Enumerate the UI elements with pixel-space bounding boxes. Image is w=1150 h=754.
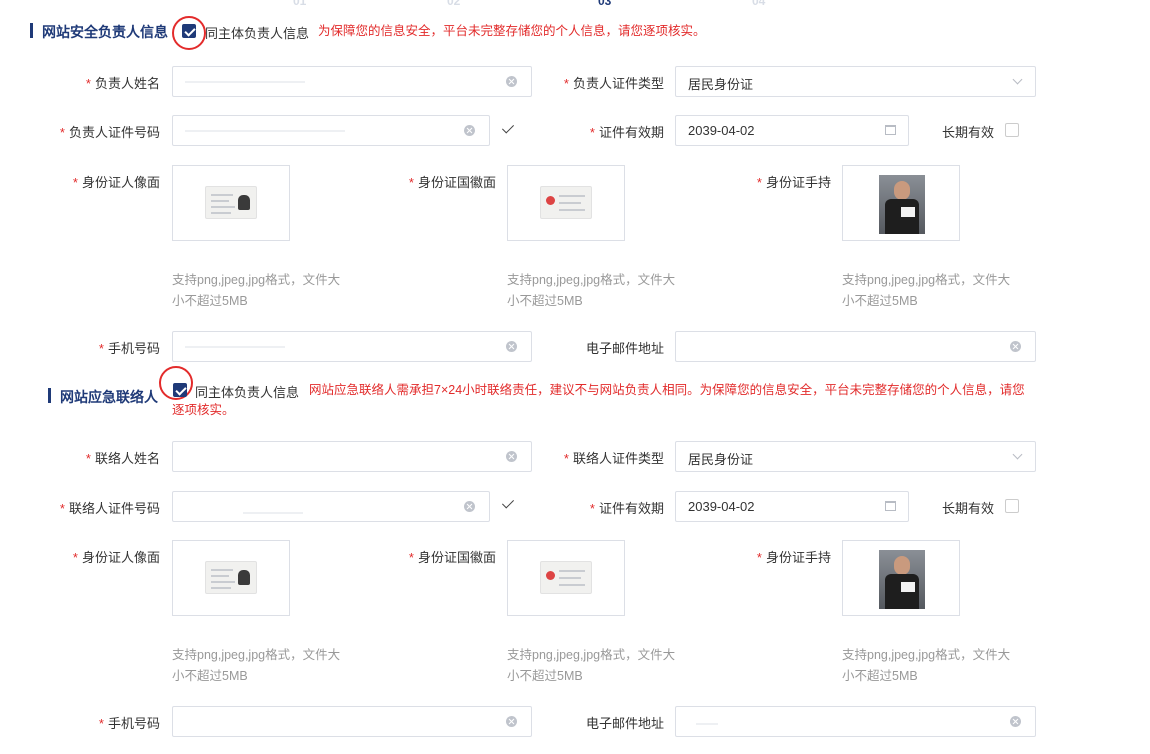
upload-hint: 支持png,jpeg,jpg格式，文件大 小不超过5MB bbox=[172, 273, 341, 308]
upload-hint: 支持png,jpeg,jpg格式，文件大 小不超过5MB bbox=[842, 648, 1011, 683]
name-input[interactable] bbox=[172, 66, 532, 97]
upload-hint: 支持png,jpeg,jpg格式，文件大 小不超过5MB bbox=[507, 648, 676, 683]
email-label: 电子邮件地址 bbox=[585, 341, 664, 356]
id-type-label: * 负责人证件类型 bbox=[563, 76, 664, 91]
id-card-front-thumbnail bbox=[205, 186, 257, 219]
phone-label: * 手机号码 bbox=[98, 716, 160, 731]
id-card-front-thumbnail bbox=[205, 561, 257, 594]
id-card-back-thumbnail bbox=[540, 186, 592, 219]
section-title-security-owner: 网站安全负责人信息 bbox=[42, 24, 168, 40]
handheld-photo-thumbnail bbox=[879, 550, 925, 609]
same-as-owner-label: 同主体负责人信息 bbox=[205, 26, 310, 41]
chevron-down-icon bbox=[1012, 74, 1023, 85]
calendar-icon bbox=[885, 501, 896, 511]
expiry-date-input[interactable]: 2039-04-02 bbox=[675, 491, 909, 522]
handheld-photo-thumbnail bbox=[879, 175, 925, 234]
name-label: * 负责人姓名 bbox=[85, 76, 160, 91]
clear-icon[interactable] bbox=[464, 501, 475, 512]
same-as-owner-checkbox[interactable] bbox=[182, 24, 196, 38]
notice-line: 为保障您的信息安全，平台未完整存储您的个人信息，请您逐项核实。 bbox=[318, 24, 706, 38]
long-term-label: 长期有效 bbox=[941, 125, 994, 140]
clear-icon[interactable] bbox=[506, 341, 517, 352]
id-type-label: * 联络人证件类型 bbox=[563, 451, 664, 466]
section-marker bbox=[48, 388, 51, 403]
step-indicator: 01 02 03 04 bbox=[0, 0, 1150, 8]
clear-icon[interactable] bbox=[1010, 341, 1021, 352]
privacy-notice: 为保障您的信息安全，平台未完整存储您的个人信息，请您逐项核实。 bbox=[318, 21, 706, 41]
step-2[interactable]: 02 bbox=[447, 0, 460, 8]
id-type-select[interactable]: 居民身份证 bbox=[675, 66, 1036, 97]
long-term-checkbox[interactable] bbox=[1005, 123, 1019, 137]
clear-icon[interactable] bbox=[506, 76, 517, 87]
id-back-upload[interactable] bbox=[507, 540, 625, 616]
calendar-icon bbox=[885, 125, 896, 135]
id-handheld-label: * 身份证手持 bbox=[756, 550, 831, 565]
name-label: * 联络人姓名 bbox=[85, 451, 160, 466]
long-term-label: 长期有效 bbox=[941, 501, 994, 516]
phone-input[interactable] bbox=[172, 331, 532, 362]
upload-hint: 支持png,jpeg,jpg格式，文件大 小不超过5MB bbox=[172, 648, 341, 683]
clear-icon[interactable] bbox=[464, 125, 475, 136]
id-number-label: * 联络人证件号码 bbox=[59, 501, 160, 516]
emergency-notice: 网站应急联络人需承担7×24小时联络责任，建议不与网站负责人相同。为保障您的信息… bbox=[172, 380, 1032, 420]
valid-check-icon bbox=[501, 496, 515, 509]
expiry-label: * 证件有效期 bbox=[589, 501, 664, 516]
upload-hint: 支持png,jpeg,jpg格式，文件大 小不超过5MB bbox=[842, 273, 1011, 308]
id-back-upload[interactable] bbox=[507, 165, 625, 241]
id-handheld-label: * 身份证手持 bbox=[756, 175, 831, 190]
email-label: 电子邮件地址 bbox=[585, 716, 664, 731]
id-front-upload[interactable] bbox=[172, 165, 290, 241]
id-handheld-upload[interactable] bbox=[842, 165, 960, 241]
step-4[interactable]: 04 bbox=[752, 0, 765, 8]
id-front-label: * 身份证人像面 bbox=[72, 550, 160, 565]
id-back-label: * 身份证国徽面 bbox=[408, 550, 496, 565]
id-number-label: * 负责人证件号码 bbox=[59, 125, 160, 140]
notice-line: 网站应急联络人需承担7×24小时联络责任，建议不与网站负责人相同。为保障您的信息… bbox=[309, 383, 975, 397]
phone-label: * 手机号码 bbox=[98, 341, 160, 356]
id-card-back-thumbnail bbox=[540, 561, 592, 594]
phone-input[interactable] bbox=[172, 706, 532, 737]
id-number-input[interactable] bbox=[172, 115, 490, 146]
clear-icon[interactable] bbox=[506, 451, 517, 462]
id-number-input[interactable] bbox=[172, 491, 490, 522]
chevron-down-icon bbox=[1012, 449, 1023, 460]
section-title-emergency-contact: 网站应急联络人 bbox=[60, 389, 158, 405]
step-3[interactable]: 03 bbox=[598, 0, 611, 8]
id-front-upload[interactable] bbox=[172, 540, 290, 616]
email-input[interactable] bbox=[675, 331, 1036, 362]
upload-hint: 支持png,jpeg,jpg格式，文件大 小不超过5MB bbox=[507, 273, 676, 308]
id-type-select[interactable]: 居民身份证 bbox=[675, 441, 1036, 472]
id-handheld-upload[interactable] bbox=[842, 540, 960, 616]
id-front-label: * 身份证人像面 bbox=[72, 175, 160, 190]
step-1[interactable]: 01 bbox=[293, 0, 306, 8]
long-term-checkbox[interactable] bbox=[1005, 499, 1019, 513]
section-marker bbox=[30, 23, 33, 38]
valid-check-icon bbox=[501, 121, 515, 134]
expiry-label: * 证件有效期 bbox=[589, 125, 664, 140]
email-input[interactable] bbox=[675, 706, 1036, 737]
name-input[interactable] bbox=[172, 441, 532, 472]
id-back-label: * 身份证国徽面 bbox=[408, 175, 496, 190]
expiry-date-input[interactable]: 2039-04-02 bbox=[675, 115, 909, 146]
clear-icon[interactable] bbox=[1010, 716, 1021, 727]
clear-icon[interactable] bbox=[506, 716, 517, 727]
